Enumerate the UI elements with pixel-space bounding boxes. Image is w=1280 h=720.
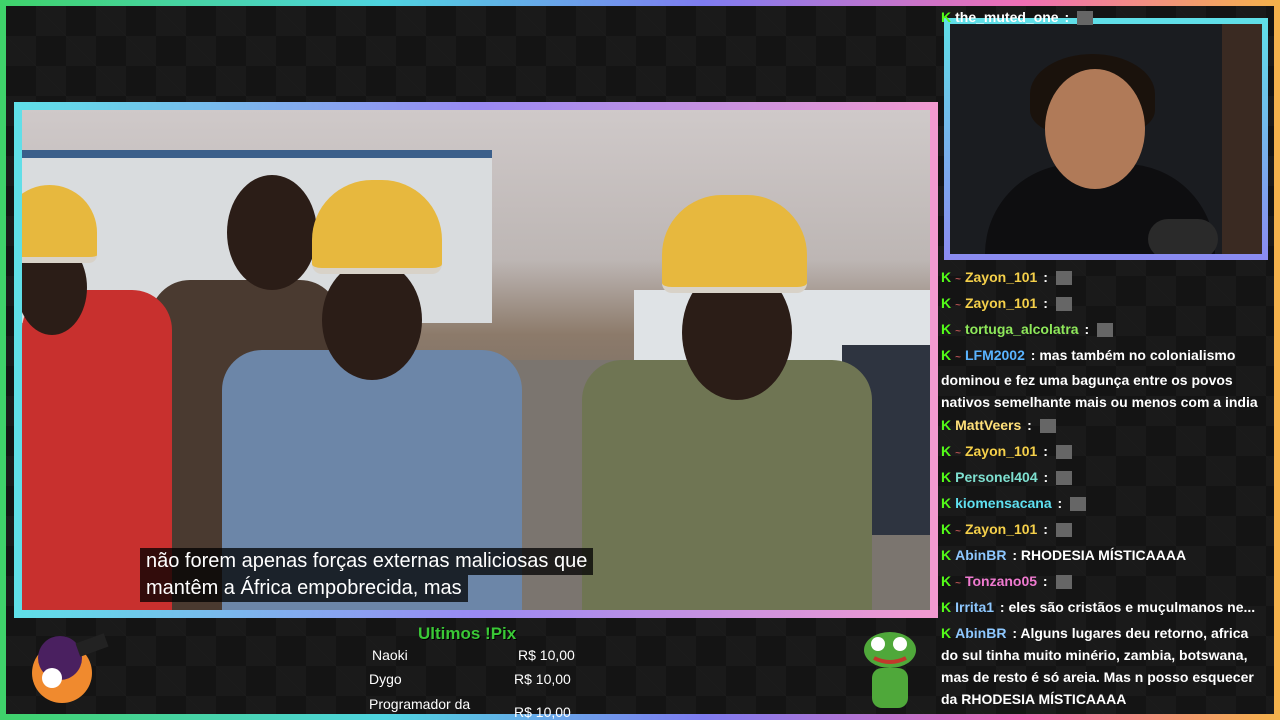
- chat-message: K AbinBR : RHODESIA MÍSTICAAAA: [941, 544, 1269, 566]
- emote-icon: [1055, 297, 1072, 312]
- kick-icon: K: [941, 599, 952, 615]
- pix-name: Dygo: [369, 671, 402, 687]
- emote-icon: [1039, 419, 1056, 434]
- mascot-logo: [32, 633, 109, 703]
- emote-icon: [1055, 271, 1072, 286]
- emote-icon: [1055, 445, 1072, 460]
- subtitle-line: não forem apenas forças externas malicio…: [140, 548, 594, 575]
- chat-separator: :: [1060, 9, 1074, 25]
- sub-badge-icon: ~: [955, 326, 961, 337]
- chat-message: K AbinBR : Alguns lugares deu retorno, af…: [941, 622, 1269, 710]
- pix-title: Ultimos !Pix: [418, 624, 517, 643]
- pix-value: R$ 10,00: [518, 647, 575, 663]
- kick-icon: K: [941, 547, 952, 563]
- chat-username[interactable]: AbinBR: [955, 547, 1006, 563]
- worker-head: [322, 260, 422, 380]
- sub-badge-icon: ~: [955, 448, 961, 459]
- kick-icon: K: [941, 321, 952, 337]
- sub-badge-icon: ~: [955, 578, 961, 589]
- chat-separator: :: [1039, 443, 1052, 459]
- pepe-emote: [864, 632, 916, 708]
- chat-username[interactable]: tortuga_alcolatra: [965, 321, 1079, 337]
- emote-icon: [1055, 523, 1072, 538]
- video-player[interactable]: [22, 110, 930, 610]
- chat-message: K ~ Zayon_101 :: [941, 266, 1269, 291]
- emote-icon: [1077, 11, 1094, 26]
- chat-message: K ~ LFM2002 : mas também no colonialismo d…: [941, 344, 1269, 413]
- chat-text: RHODESIA MÍSTICAAAA: [1020, 547, 1187, 563]
- chat-separator: :: [1008, 625, 1021, 641]
- emote-icon: [1056, 471, 1073, 486]
- chat-message: K ~ Zayon_101 :: [941, 440, 1269, 465]
- worker-head: [227, 175, 317, 290]
- chat-panel: Kthe_muted_one : K ~ Zayon_101 : K ~ Zayon_1…: [941, 0, 1271, 720]
- chat-username[interactable]: AbinBR: [955, 625, 1006, 641]
- chat-separator: :: [1039, 521, 1052, 537]
- chat-username[interactable]: LFM2002: [965, 347, 1025, 363]
- chat-message: K ~ Tonzano05 :: [941, 570, 1269, 595]
- chat-message: K ~ Zayon_101 :: [941, 292, 1269, 317]
- chat-username[interactable]: the_muted_one: [955, 9, 1058, 25]
- kick-icon: K: [941, 295, 952, 311]
- chat-separator: :: [1039, 269, 1052, 285]
- kick-icon: K: [941, 417, 952, 433]
- kick-icon: K: [941, 495, 952, 511]
- kick-icon: K: [941, 443, 952, 459]
- kick-icon: K: [941, 625, 952, 641]
- emote-icon: [1070, 497, 1087, 512]
- chat-message: K Personel404 :: [941, 466, 1269, 488]
- sub-badge-icon: ~: [955, 274, 961, 285]
- kick-icon: K: [941, 573, 952, 589]
- chat-username[interactable]: MattVeers: [955, 417, 1021, 433]
- sub-badge-icon: ~: [955, 300, 961, 311]
- chat-message: K ~ tortuga_alcolatra :: [941, 318, 1269, 343]
- sub-badge-icon: ~: [955, 352, 961, 363]
- chat-message: Kthe_muted_one :: [941, 6, 1269, 28]
- chat-username[interactable]: Irrita1: [955, 599, 994, 615]
- kick-icon: K: [941, 347, 952, 363]
- sub-badge-icon: ~: [955, 526, 961, 537]
- kick-icon: K: [941, 269, 952, 285]
- pix-value: R$ 10,00: [514, 704, 571, 720]
- chat-username[interactable]: Personel404: [955, 469, 1038, 485]
- chat-message: K MattVeers :: [941, 414, 1269, 436]
- chat-separator: :: [996, 599, 1009, 615]
- chat-message: K Irrita1 : eles são cristãos e muçulmano…: [941, 596, 1269, 618]
- kick-icon: K: [941, 9, 952, 25]
- hard-hat: [662, 195, 807, 293]
- chat-separator: :: [1039, 469, 1053, 485]
- chat-separator: :: [1023, 417, 1036, 433]
- chat-text: eles são cristãos e muçulmanos ne...: [1008, 599, 1256, 615]
- emote-icon: [1055, 575, 1072, 590]
- chat-separator: :: [1053, 495, 1067, 511]
- chat-separator: :: [1039, 295, 1052, 311]
- chat-separator: :: [1039, 573, 1052, 589]
- pix-name: Programador da: [369, 696, 471, 712]
- subtitle-line: mantêm a África empobrecida, mas: [140, 575, 468, 602]
- chat-username[interactable]: Zayon_101: [965, 295, 1037, 311]
- emote-icon: [1097, 323, 1114, 338]
- kick-icon: K: [941, 521, 952, 537]
- chat-separator: :: [1008, 547, 1021, 563]
- chat-username[interactable]: Tonzano05: [965, 573, 1037, 589]
- chat-message: K ~ Zayon_101 :: [941, 518, 1269, 543]
- chat-username[interactable]: Zayon_101: [965, 443, 1037, 459]
- chat-separator: :: [1080, 321, 1094, 337]
- chat-username[interactable]: kiomensacana: [955, 495, 1052, 511]
- chat-username[interactable]: Zayon_101: [965, 521, 1037, 537]
- kick-icon: K: [941, 469, 952, 485]
- pix-name: Naoki: [372, 647, 408, 663]
- video-subtitle: não forem apenas forças externas malicio…: [140, 548, 594, 602]
- chat-message: Kkiomensacana :: [941, 492, 1269, 514]
- pix-value: R$ 10,00: [514, 671, 571, 687]
- chat-separator: :: [1026, 347, 1040, 363]
- chat-username[interactable]: Zayon_101: [965, 269, 1037, 285]
